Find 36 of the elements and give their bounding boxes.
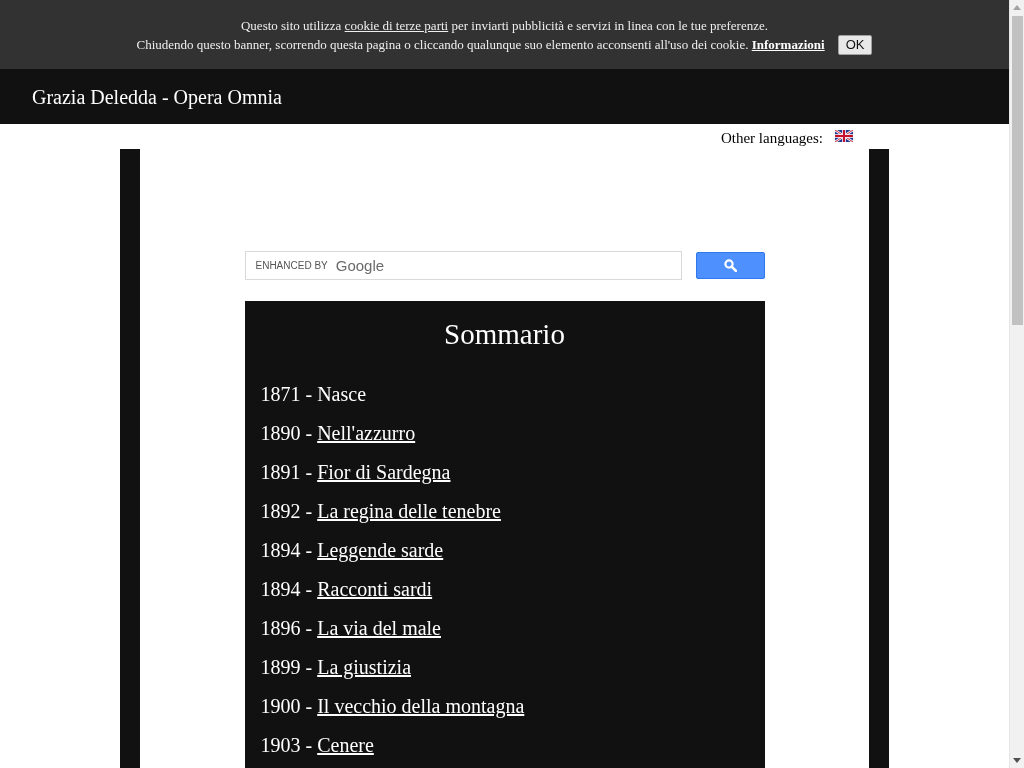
work-link[interactable]: Nell'azzurro: [317, 422, 416, 444]
summary-title: Sommario: [443, 317, 566, 352]
timeline-entry: 1900 - Il vecchio della montagna: [260, 694, 526, 718]
work-link[interactable]: Il vecchio della montagna: [317, 695, 525, 717]
cookie-notice-text: Questo sito utilizza cookie di terze parti per inviarti pubblicità e servizi in linea con le tue preferenze.: [241, 16, 768, 35]
site-title[interactable]: Grazia Deledda - Opera Omnia: [32, 84, 282, 109]
scroll-down-icon[interactable]: [1013, 758, 1021, 763]
timeline-entry: 1903 - Cenere: [260, 733, 375, 757]
search-icon: [723, 259, 737, 272]
work-link[interactable]: Fior di Sardegna: [317, 461, 451, 483]
cookie-policy-link[interactable]: cookie di terze parti: [344, 17, 449, 33]
timeline-entry: 1896 - La via del male: [260, 616, 442, 640]
timeline-entry: 1899 - La giustizia: [260, 655, 413, 679]
search-brand-name: Google: [335, 256, 385, 275]
search-branding-label: ENHANCED BY: [255, 259, 328, 272]
search-button[interactable]: [695, 252, 765, 279]
ok-button[interactable]: OK: [837, 34, 873, 55]
cookie-consent-text: Chiudendo questo banner, scorrendo questa pagina o cliccando qualunque suo elemento acconsenti all'uso dei cookie. Informazioni: [136, 36, 825, 54]
languages-label: Other languages:: [720, 128, 823, 147]
work-link[interactable]: La giustizia: [317, 656, 412, 678]
work-link[interactable]: Leggende sarde: [317, 539, 444, 561]
timeline-entry: 1871 - Nasce: [260, 382, 368, 406]
search-field[interactable]: ENHANCED BY Google: [244, 251, 682, 280]
scroll-up-icon[interactable]: [1013, 5, 1021, 10]
work-link[interactable]: La via del male: [317, 617, 441, 639]
timeline-entry: 1894 - Racconti sardi: [260, 577, 434, 601]
timeline-entry: 1890 - Nell'azzurro: [260, 421, 417, 445]
flag-icon[interactable]: [835, 129, 853, 142]
information-link[interactable]: Informazioni: [751, 37, 825, 52]
work-link[interactable]: Racconti sardi: [317, 578, 433, 600]
timeline-entry: 1892 - La regina delle tenebre: [260, 499, 502, 523]
timeline-entry: 1891 - Fior di Sardegna: [260, 460, 452, 484]
scrollbar-thumb[interactable]: [1011, 16, 1023, 325]
work-link[interactable]: La regina delle tenebre: [317, 500, 501, 522]
timeline-entry: 1894 - Leggende sarde: [260, 538, 445, 562]
work-link[interactable]: Cenere: [317, 734, 374, 756]
